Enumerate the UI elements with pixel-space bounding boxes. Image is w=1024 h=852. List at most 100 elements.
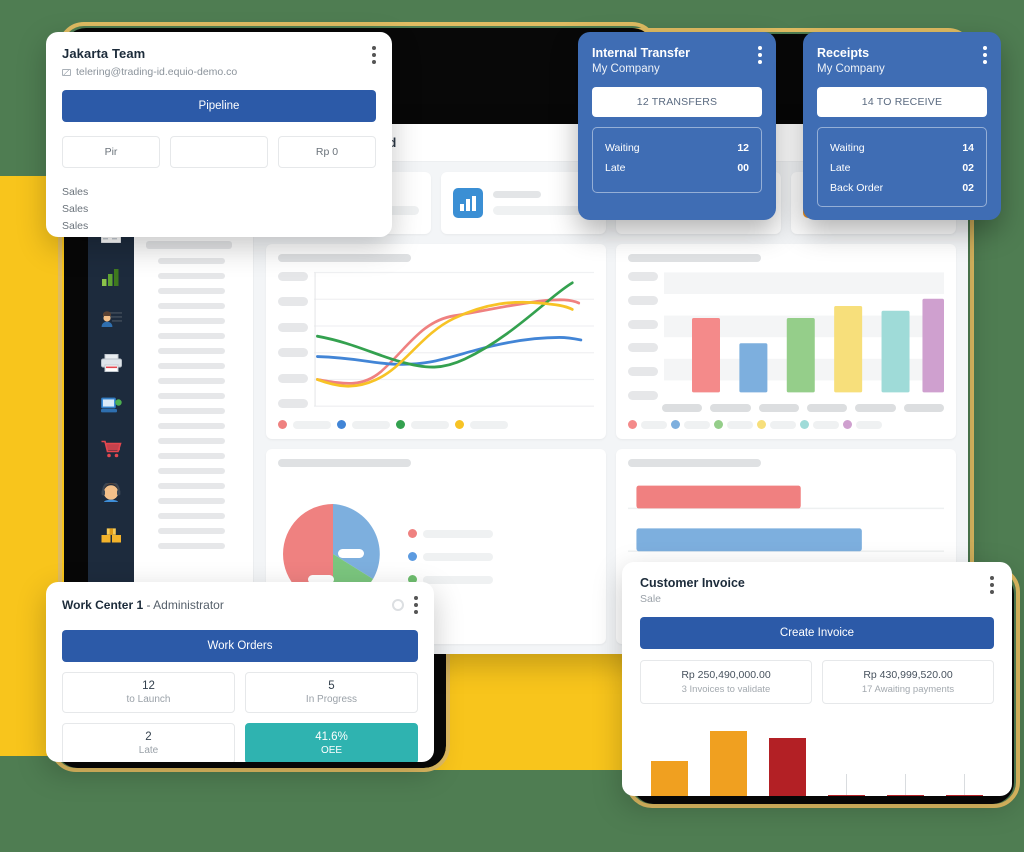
printer-icon[interactable]: [98, 350, 124, 376]
shopping-cart-icon[interactable]: [98, 436, 124, 462]
invoice-bar-column[interactable]: [935, 716, 994, 796]
internal-transfer-stats: Waiting 12 Late 00: [592, 127, 762, 193]
nav-skeleton-line: [158, 528, 225, 534]
legend-dot: [455, 420, 464, 429]
axis-tick-placeholder: [278, 398, 308, 408]
stat-amount: Rp 250,490,000.00: [681, 669, 771, 681]
stat-value: 02: [962, 162, 974, 174]
axis-tick-placeholder: [628, 272, 658, 281]
bar-chart-icon[interactable]: [98, 264, 124, 290]
transfers-button[interactable]: 12 TRANSFERS: [592, 87, 762, 117]
metric-cell[interactable]: 2 Late: [62, 723, 235, 762]
invoice-bar: [769, 737, 806, 796]
list-item[interactable]: Sales: [62, 201, 376, 218]
stat-label: Waiting: [830, 142, 865, 154]
stat-caption: 17 Awaiting payments: [861, 684, 955, 695]
metric-value: 12: [142, 680, 155, 692]
pie-legend-item: [408, 575, 594, 584]
line-chart-legend: [278, 420, 594, 429]
create-invoice-button[interactable]: Create Invoice: [640, 617, 994, 649]
card-title: Receipts: [817, 46, 870, 60]
nav-skeleton-line: [158, 273, 225, 279]
nav-skeleton-line: [146, 241, 232, 249]
legend-dot: [408, 529, 417, 538]
invoice-bar-column[interactable]: [876, 716, 935, 796]
metric-cell[interactable]: 12 to Launch: [62, 672, 235, 713]
work-center-name: Work Center 1: [62, 598, 144, 612]
legend-dot: [628, 420, 637, 429]
nav-skeleton-line: [158, 258, 225, 264]
stat-value: 14: [962, 142, 974, 154]
invoice-bar: [710, 730, 747, 796]
more-options-icon[interactable]: [414, 596, 418, 614]
invoice-bar: [887, 794, 924, 796]
invoice-bar: [651, 760, 688, 796]
list-item[interactable]: Sales: [62, 218, 376, 235]
stat-row: Back Order 02: [830, 178, 974, 198]
stat-value: 02: [962, 182, 974, 194]
employee-list-icon[interactable]: [98, 307, 124, 333]
nav-skeleton-line: [158, 318, 225, 324]
receipts-stats: Waiting 14 Late 02 Back Order 02: [817, 127, 987, 207]
axis-tick-placeholder: [278, 272, 308, 281]
stat-cell[interactable]: [170, 136, 268, 168]
invoice-bar-column[interactable]: [640, 716, 699, 796]
boxes-icon[interactable]: [98, 522, 124, 548]
card-subtitle: My Company: [817, 63, 885, 75]
to-receive-button[interactable]: 14 TO RECEIVE: [817, 87, 987, 117]
nav-skeleton-line: [158, 363, 225, 369]
invoice-stats-row: Rp 250,490,000.00 3 Invoices to validate…: [640, 660, 994, 704]
nav-skeleton-line: [158, 348, 225, 354]
invoice-bar: [946, 794, 983, 796]
bar-label-placeholder: [806, 404, 848, 412]
invoice-stat-cell[interactable]: Rp 250,490,000.00 3 Invoices to validate: [640, 660, 812, 704]
nav-skeleton-line: [158, 543, 225, 549]
nav-skeleton-line: [158, 393, 225, 399]
pos-terminal-icon[interactable]: [98, 393, 124, 419]
nav-skeleton-line: [158, 423, 225, 429]
bar-chart-card: [616, 244, 956, 439]
legend-dot: [396, 420, 405, 429]
jakarta-team-card: Jakarta Team telering@trading-id.equio-d…: [46, 32, 392, 237]
nav-skeleton-line: [158, 288, 225, 294]
mail-icon: [62, 68, 71, 76]
customer-invoice-card: Customer Invoice Sale Create Invoice Rp …: [622, 562, 1012, 796]
list-item[interactable]: Sales: [62, 184, 376, 201]
pie-legend-item: [408, 552, 594, 561]
stat-cell[interactable]: Rp 0: [278, 136, 376, 168]
bar-label-placeholder: [758, 404, 799, 412]
invoice-stat-cell[interactable]: Rp 430,999,520.00 17 Awaiting payments: [822, 660, 994, 704]
metric-cell[interactable]: 5 In Progress: [245, 672, 418, 713]
invoice-bar-column[interactable]: [699, 716, 758, 796]
stat-label: Late: [605, 162, 626, 174]
more-options-icon[interactable]: [990, 576, 994, 594]
bar-label-placeholder: [903, 404, 944, 412]
legend-dot: [408, 552, 417, 561]
stat-value: 12: [737, 142, 749, 154]
stat-row: Late 02: [830, 158, 974, 178]
more-options-icon[interactable]: [983, 46, 987, 64]
invoice-bar-whisker: [845, 774, 848, 796]
invoice-bar-column[interactable]: [817, 716, 876, 796]
more-options-icon[interactable]: [758, 46, 762, 64]
stat-row: Waiting 14: [830, 138, 974, 158]
receipts-card: Receipts My Company 14 TO RECEIVE Waitin…: [803, 32, 1001, 220]
stat-label: Back Order: [830, 182, 884, 194]
axis-tick-placeholder: [278, 373, 308, 383]
line-chart-plot: [314, 270, 594, 410]
invoice-bar-column[interactable]: [758, 716, 817, 796]
chart-row-top: [266, 244, 956, 439]
pipeline-button[interactable]: Pipeline: [62, 90, 376, 122]
more-options-icon[interactable]: [372, 46, 376, 64]
metric-label: Late: [138, 745, 159, 756]
legend-dot: [278, 420, 287, 429]
axis-tick-placeholder: [278, 297, 308, 307]
support-headset-icon[interactable]: [98, 479, 124, 505]
screenshot-stage: »: [0, 0, 1024, 852]
stat-cell[interactable]: Pir: [62, 136, 160, 168]
card-title: Jakarta Team: [62, 46, 146, 61]
jakarta-rows: Sales Sales Sales Invoic: [62, 184, 376, 237]
stat-caption: 3 Invoices to validate: [681, 684, 771, 695]
work-orders-button[interactable]: Work Orders: [62, 630, 418, 662]
oee-metric-cell[interactable]: 41.6% OEE: [245, 723, 418, 762]
